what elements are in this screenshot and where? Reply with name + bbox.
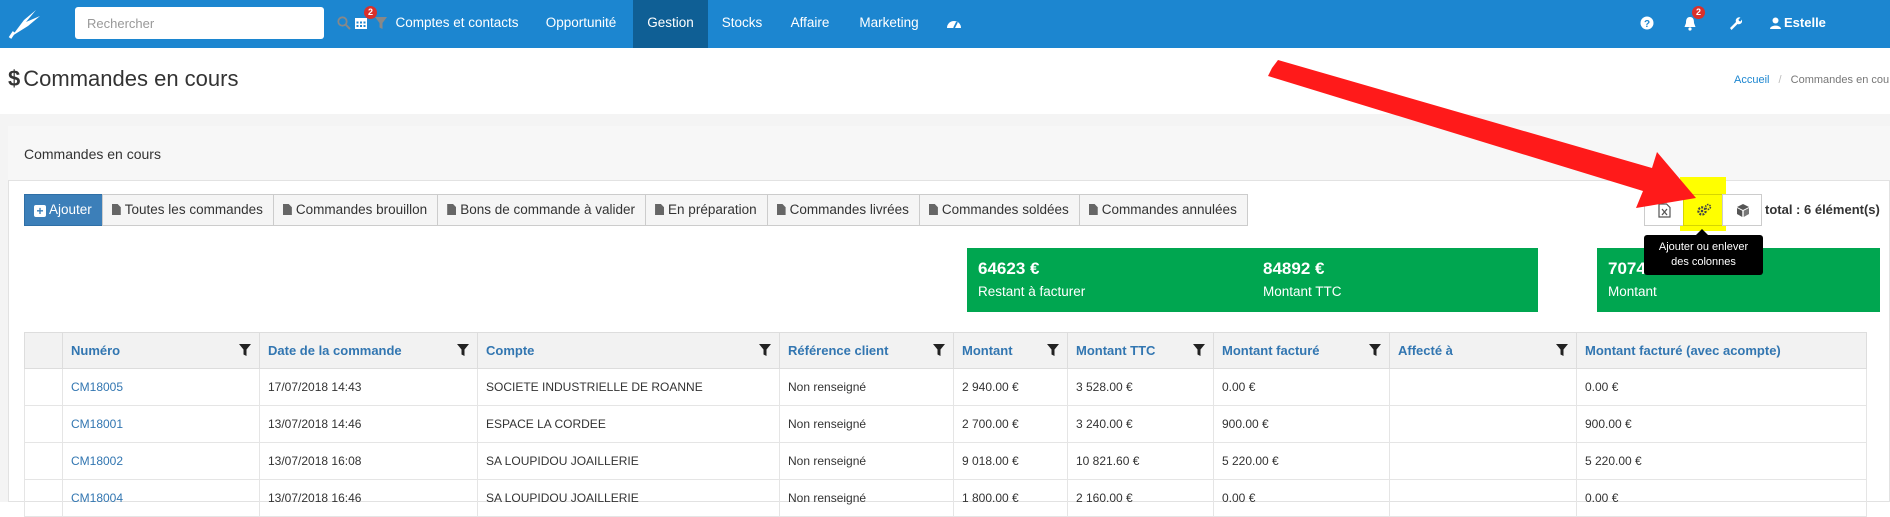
annotation-arrow-icon <box>1268 60 1696 208</box>
